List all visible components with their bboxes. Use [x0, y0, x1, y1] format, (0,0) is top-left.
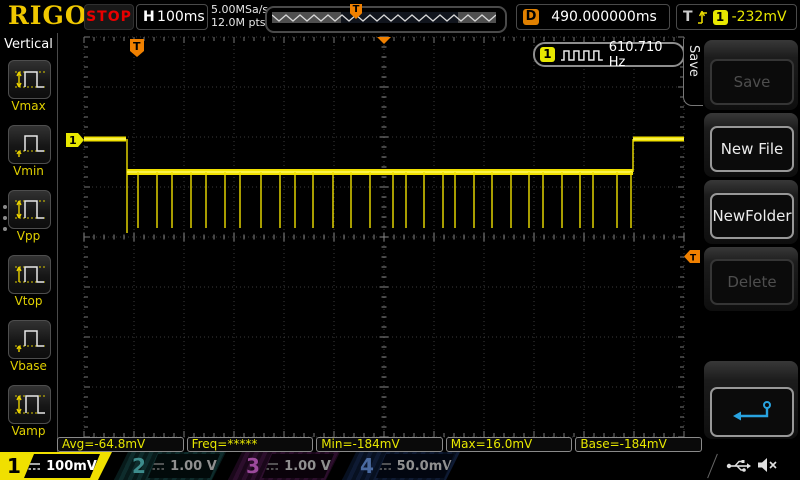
horizontal-timebase-box[interactable]: H 100ms — [136, 4, 208, 30]
meas-max: Max=16.0mV — [446, 437, 573, 452]
svg-text:T: T — [133, 40, 141, 53]
delay-value: 490.000000ms — [539, 9, 669, 25]
channel-3-scale: 1.00 V — [284, 459, 331, 474]
measurement-results-bar: Avg=-64.8mV Freq=***** Min=-184mV Max=16… — [57, 437, 702, 452]
sample-rate: 5.00MSa/s — [211, 3, 268, 16]
meas-min: Min=-184mV — [316, 437, 443, 452]
trigger-position-marker[interactable]: T — [130, 39, 144, 57]
new-folder-button[interactable]: NewFolder — [710, 193, 794, 239]
save-button[interactable]: Save — [710, 59, 794, 105]
menu-tab-title: Save — [686, 45, 701, 77]
vtop-label: Vtop — [0, 294, 57, 308]
frequency-value: 610.710 Hz — [609, 40, 683, 70]
meas-avg: Avg=-64.8mV — [57, 437, 184, 452]
waveform-overview-bar[interactable]: T — [265, 6, 507, 33]
usb-icon[interactable] — [726, 458, 752, 473]
acquisition-info: 5.00MSa/s 12.0M pts — [211, 3, 268, 29]
timebase-value: 100ms — [155, 9, 207, 25]
ch1-level-marker[interactable]: 1 — [66, 133, 84, 147]
save-menu-panel: Save Save New File NewFolder Delete — [702, 33, 800, 452]
frequency-counter: 1 610.710 Hz — [533, 42, 685, 67]
vmin-icon — [13, 130, 47, 159]
h-label: H — [143, 9, 155, 25]
channel-2-number: 2 — [132, 453, 146, 479]
channel-2-block[interactable]: 2 1.00 V — [114, 452, 226, 480]
vpp-label: Vpp — [0, 229, 57, 243]
trigger-level-value: -232mV — [732, 9, 787, 25]
run-stop-status[interactable]: STOP — [84, 4, 134, 30]
channel-1-block[interactable]: 1 100mV — [0, 452, 112, 480]
page-indicator-dot — [3, 216, 7, 220]
vamp-button[interactable] — [8, 385, 51, 424]
channel-1-number: 1 — [7, 453, 21, 479]
memory-depth: 12.0M pts — [211, 16, 268, 29]
dc-coupling-icon — [151, 461, 165, 472]
menu-tab: Save — [683, 39, 703, 106]
delay-label: D — [523, 9, 539, 25]
svg-text:1: 1 — [69, 134, 77, 147]
svg-text:T: T — [690, 254, 697, 264]
trigger-level-marker[interactable]: T — [684, 250, 700, 264]
delete-button[interactable]: Delete — [710, 259, 794, 305]
vbase-label: Vbase — [0, 359, 57, 373]
oscilloscope-screen: RIGOL STOP H 100ms 5.00MSa/s 12.0M pts T… — [0, 0, 800, 480]
page-indicator-dot — [3, 205, 7, 209]
delay-box[interactable]: D 490.000000ms — [516, 4, 670, 30]
vamp-label: Vamp — [0, 424, 57, 438]
back-button[interactable] — [710, 387, 794, 437]
page-indicator-dot — [3, 227, 7, 231]
channel-3-number: 3 — [246, 453, 260, 479]
memory-strip — [272, 12, 496, 23]
center-position-marker-icon — [377, 37, 391, 44]
channel-2-scale: 1.00 V — [170, 459, 217, 474]
sidebar-title: Vertical — [0, 37, 57, 52]
trigger-source-badge: 1 — [713, 10, 728, 25]
dc-coupling-icon — [27, 461, 41, 472]
channel-status-bar: 1 100mV 2 1.00 V 3 — [0, 452, 800, 480]
vmin-button[interactable] — [8, 125, 51, 164]
speaker-muted-icon[interactable] — [756, 456, 778, 474]
vmax-button[interactable] — [8, 60, 51, 99]
vmax-label: Vmax — [0, 99, 57, 113]
dc-coupling-icon — [378, 461, 392, 472]
vpp-button[interactable] — [8, 190, 51, 229]
trigger-status-box[interactable]: T 1 -232mV — [676, 4, 797, 30]
vtop-icon — [13, 260, 47, 289]
scope-display: 1 T T 1 610.710 Hz — [58, 33, 702, 452]
channel-4-number: 4 — [360, 453, 374, 479]
channel-3-block[interactable]: 3 1.00 V — [228, 452, 340, 480]
rising-edge-icon — [697, 9, 709, 26]
return-arrow-icon — [729, 399, 775, 425]
new-file-button[interactable]: New File — [710, 126, 794, 172]
top-status-bar: RIGOL STOP H 100ms 5.00MSa/s 12.0M pts T… — [0, 0, 800, 34]
vbase-icon — [13, 325, 47, 354]
vtop-button[interactable] — [8, 255, 51, 294]
vamp-icon — [13, 390, 47, 419]
vpp-icon — [13, 195, 47, 224]
trigger-label: T — [683, 9, 693, 25]
channel-4-block[interactable]: 4 50.0mV — [342, 452, 460, 480]
meas-freq: Freq=***** — [187, 437, 314, 452]
square-wave-icon — [560, 48, 604, 62]
counter-channel-badge: 1 — [540, 47, 555, 62]
dc-coupling-icon — [265, 461, 279, 472]
channel-1-scale: 100mV — [46, 459, 97, 474]
channel-4-scale: 50.0mV — [397, 459, 453, 474]
graticule-grid — [84, 37, 684, 437]
vmin-label: Vmin — [0, 164, 57, 178]
graticule-and-waveform: 1 T T — [58, 33, 702, 452]
overview-waveform — [272, 12, 496, 23]
vmax-icon — [13, 65, 47, 94]
vertical-measure-sidebar: Vertical Vmax Vmin — [0, 33, 58, 452]
meas-base: Base=-184mV — [575, 437, 702, 452]
vbase-button[interactable] — [8, 320, 51, 359]
